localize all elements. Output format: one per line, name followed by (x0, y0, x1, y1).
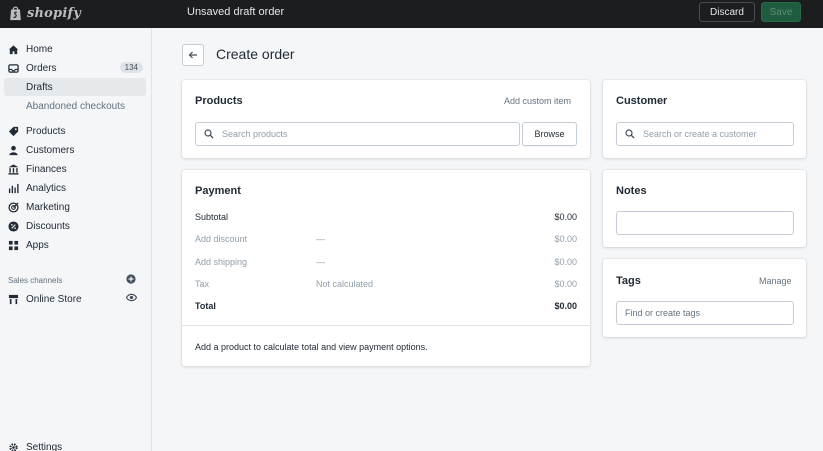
payment-row-total: Total $0.00 (195, 301, 577, 315)
add-sales-channel-icon[interactable] (126, 274, 136, 284)
notes-card (603, 170, 806, 247)
notes-input[interactable] (616, 211, 794, 235)
products-card-title: Products (195, 95, 243, 107)
payment-footer-text: Add a product to calculate total and vie… (195, 342, 428, 352)
sidebar-item-label: Online Store (26, 293, 82, 305)
search-icon (204, 129, 214, 139)
sidebar-item-orders[interactable]: Orders 134 (0, 59, 151, 77)
customer-card-title: Customer (616, 95, 668, 107)
page-title: Create order (216, 46, 295, 62)
person-icon (8, 145, 19, 156)
tags-card (603, 259, 806, 337)
payment-row-subtotal: Subtotal $0.00 (195, 212, 577, 226)
bar-chart-icon (8, 183, 19, 194)
payment-card-title: Payment (195, 185, 241, 197)
sidebar-item-label: Orders (26, 62, 57, 74)
sidebar-item-products[interactable]: Products (0, 122, 151, 140)
sidebar-item-label: Discounts (26, 220, 70, 232)
product-search-placeholder: Search products (222, 129, 288, 139)
payment-row-middle: — (316, 257, 325, 267)
discard-button[interactable]: Discard (699, 2, 755, 22)
logo-text: shopify (27, 5, 82, 21)
target-icon (8, 201, 19, 213)
store-icon (8, 294, 19, 305)
payment-row-shipping: Add shipping — $0.00 (195, 257, 577, 271)
payment-row-tax: Tax Not calculated $0.00 (195, 279, 577, 293)
sidebar-item-discounts[interactable]: Discounts (0, 217, 151, 235)
top-bar: shopify Unsaved draft order Discard Save (0, 0, 823, 28)
sidebar-item-finances[interactable]: Finances (0, 160, 151, 178)
add-custom-item-link[interactable]: Add custom item (504, 96, 571, 106)
draft-status-title: Unsaved draft order (187, 6, 285, 18)
sidebar-item-label: Marketing (26, 201, 70, 213)
tags-card-title: Tags (616, 275, 641, 287)
manage-tags-link[interactable]: Manage (759, 276, 792, 286)
tags-input[interactable]: Find or create tags (616, 301, 794, 325)
apps-icon (8, 240, 19, 251)
sidebar-item-label: Apps (26, 239, 49, 251)
sidebar-item-marketing[interactable]: Marketing (0, 198, 151, 216)
payment-row-amount: $0.00 (554, 301, 577, 311)
product-search-input[interactable]: Search products (195, 122, 520, 146)
payment-row-middle: Not calculated (316, 279, 374, 289)
notes-card-title: Notes (616, 185, 647, 197)
sidebar-item-label: Customers (26, 144, 75, 156)
sidebar-subitem-drafts[interactable]: Drafts (4, 78, 146, 96)
orders-count-badge: 134 (119, 62, 143, 73)
sales-channels-heading: Sales channels (8, 276, 63, 285)
payment-row-label: Subtotal (195, 212, 229, 222)
customer-search-placeholder: Search or create a customer (643, 129, 757, 139)
sidebar: Home Orders 134 Drafts Abandoned checkou… (0, 28, 152, 451)
discount-icon (8, 220, 19, 232)
save-button[interactable]: Save (761, 2, 801, 22)
payment-row-amount: $0.00 (554, 257, 577, 267)
arrow-left-icon (188, 51, 197, 59)
search-icon (625, 129, 635, 139)
sidebar-item-apps[interactable]: Apps (0, 236, 151, 254)
tag-icon (8, 126, 19, 137)
add-discount-link[interactable]: Add discount (195, 234, 247, 244)
payment-row-amount: $0.00 (554, 212, 577, 222)
payment-row-label: Tax (195, 279, 210, 289)
products-card (182, 80, 590, 158)
shopify-logo[interactable]: shopify (8, 5, 81, 21)
bank-icon (8, 163, 19, 175)
gear-icon (8, 442, 19, 451)
customer-search-input[interactable]: Search or create a customer (616, 122, 794, 146)
sidebar-item-settings[interactable]: Settings (0, 438, 151, 451)
customer-card (603, 80, 806, 158)
view-online-store-eye-icon[interactable] (126, 292, 137, 303)
payment-row-amount: $0.00 (554, 234, 577, 244)
sidebar-item-analytics[interactable]: Analytics (0, 179, 151, 197)
sidebar-item-home[interactable]: Home (0, 40, 151, 58)
sidebar-subitem-abandoned-checkouts[interactable]: Abandoned checkouts (0, 97, 151, 115)
browse-button[interactable]: Browse (522, 122, 577, 146)
home-icon (8, 44, 19, 55)
orders-icon (8, 63, 19, 74)
sidebar-item-customers[interactable]: Customers (0, 141, 151, 159)
sidebar-item-label: Home (26, 43, 53, 55)
payment-row-label: Total (195, 301, 216, 311)
tags-placeholder: Find or create tags (625, 308, 701, 318)
sidebar-item-label: Products (26, 125, 66, 137)
sidebar-item-label: Settings (26, 441, 63, 451)
sidebar-item-label: Analytics (26, 182, 67, 194)
payment-row-middle: — (316, 234, 325, 244)
add-shipping-link[interactable]: Add shipping (195, 257, 247, 267)
back-button[interactable] (182, 44, 204, 66)
payment-row-discount: Add discount — $0.00 (195, 234, 577, 248)
sidebar-item-label: Finances (26, 163, 67, 175)
payment-row-amount: $0.00 (554, 279, 577, 289)
payment-divider (182, 325, 590, 326)
shopify-bag-icon (10, 6, 21, 21)
